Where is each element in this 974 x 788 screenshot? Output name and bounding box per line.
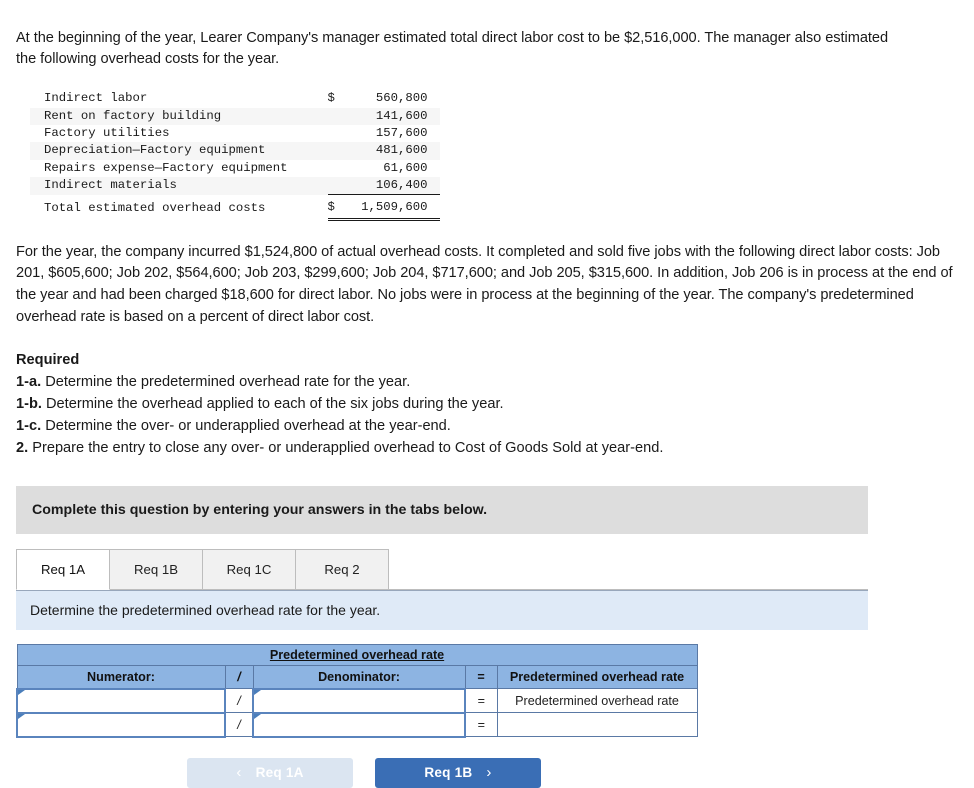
header-numerator: Numerator:: [16, 664, 226, 690]
cost-amount: 106,400: [345, 177, 440, 196]
required-item-1a: 1-a. Determine the predetermined overhea…: [16, 372, 958, 394]
answer-table-header-row: Numerator: / Denominator: = Predetermine…: [16, 664, 698, 690]
slash-operator-row-1: /: [224, 688, 254, 714]
chevron-right-icon: ›: [486, 764, 492, 782]
slash-operator-row-2: /: [224, 712, 254, 738]
problem-intro-text: At the beginning of the year, Learer Com…: [16, 30, 889, 68]
table-row: Rent on factory building 141,600: [30, 107, 440, 126]
required-item-number: 1-b.: [16, 395, 42, 412]
result-value-row-2: [496, 712, 698, 738]
answer-table-title: Predetermined overhead rate: [16, 643, 698, 666]
instruction-banner: Complete this question by entering your …: [16, 485, 868, 534]
navigation-buttons: ‹ Req 1A Req 1B ›: [16, 757, 712, 788]
problem-detail-text: For the year, the company incurred $1,52…: [16, 243, 953, 325]
cost-label: Repairs expense—Factory equipment: [44, 160, 288, 175]
cost-currency: [327, 177, 346, 196]
answer-row-1: / = Predetermined overhead rate: [16, 687, 698, 714]
cost-table-body: Indirect labor $ 560,800 Rent on factory…: [30, 90, 440, 221]
header-slash: /: [224, 664, 254, 690]
table-row: Indirect materials 106,400: [30, 177, 440, 196]
cost-currency: [327, 107, 346, 126]
total-currency: $: [327, 194, 346, 221]
chevron-left-icon: ‹: [236, 764, 242, 782]
cost-label: Factory utilities: [44, 126, 170, 141]
instruction-banner-text: Complete this question by entering your …: [32, 501, 488, 518]
required-item-1b: 1-b. Determine the overhead applied to e…: [16, 394, 958, 416]
tab-req-1c[interactable]: Req 1C: [202, 548, 296, 590]
answer-table-title-text: Predetermined overhead rate: [269, 647, 445, 662]
previous-requirement-button[interactable]: ‹ Req 1A: [187, 757, 353, 788]
sub-instruction-bar: Determine the predetermined overhead rat…: [16, 589, 868, 630]
denominator-input-row-1[interactable]: [252, 687, 466, 714]
answer-row-2: / =: [16, 711, 698, 738]
cost-amount: 481,600: [345, 142, 440, 160]
equals-operator-row-2: =: [464, 712, 498, 738]
table-row: Depreciation—Factory equipment 481,600: [30, 142, 440, 160]
numerator-input-row-1[interactable]: [16, 687, 226, 714]
required-item-text: Determine the predetermined overhead rat…: [45, 374, 411, 391]
predetermined-overhead-rate-table: Predetermined overhead rate Numerator: /…: [16, 643, 698, 738]
cost-label: Indirect materials: [30, 177, 328, 195]
tab-label: Req 1B: [134, 561, 178, 577]
tab-label: Req 2: [324, 561, 360, 577]
cost-amount: 141,600: [345, 107, 440, 126]
answer-tabs: Req 1A Req 1B Req 1C Req 2: [16, 547, 958, 590]
next-requirement-button[interactable]: Req 1B ›: [375, 757, 541, 788]
result-label-row-1: Predetermined overhead rate: [496, 688, 698, 714]
header-equals: =: [464, 664, 498, 690]
cost-amount: 61,600: [383, 160, 428, 175]
cost-label: Depreciation—Factory equipment: [30, 142, 328, 160]
required-item-1c: 1-c. Determine the over- or underapplied…: [16, 416, 958, 438]
cost-currency: $: [327, 91, 335, 106]
required-item-2: 2. Prepare the entry to close any over- …: [16, 438, 958, 460]
next-button-label: Req 1B: [424, 765, 473, 781]
cost-amount: 560,800: [375, 91, 428, 106]
required-heading: Required: [16, 352, 80, 369]
required-section: Required 1-a. Determine the predetermine…: [16, 350, 958, 459]
table-row: Factory utilities 157,600: [30, 125, 440, 142]
tab-req-1b[interactable]: Req 1B: [109, 548, 203, 590]
tab-req-1a[interactable]: Req 1A: [16, 548, 110, 590]
total-row: Total estimated overhead costs $ 1,509,6…: [30, 194, 440, 221]
cost-label: Indirect labor: [44, 91, 148, 106]
table-row: Indirect labor $ 560,800: [30, 90, 440, 107]
sub-instruction-text: Determine the predetermined overhead rat…: [30, 601, 381, 618]
required-item-number: 1-c.: [16, 417, 42, 434]
tab-req-2[interactable]: Req 2: [295, 548, 389, 590]
cost-currency: [328, 160, 346, 177]
numerator-input-row-2[interactable]: [16, 711, 226, 738]
required-item-number: 2.: [16, 439, 29, 456]
required-item-text: Determine the overhead applied to each o…: [46, 395, 504, 412]
exercise-page: At the beginning of the year, Learer Com…: [0, 0, 974, 788]
estimated-overhead-costs-table: Indirect labor $ 560,800 Rent on factory…: [30, 90, 440, 221]
total-amount: 1,509,600: [345, 194, 440, 221]
total-label: Total estimated overhead costs: [44, 201, 266, 216]
header-result: Predetermined overhead rate: [496, 664, 698, 690]
table-row: Repairs expense—Factory equipment 61,600: [30, 160, 440, 177]
cost-amount: 157,600: [375, 126, 428, 141]
tab-label: Req 1C: [226, 561, 272, 577]
tab-label: Req 1A: [41, 561, 85, 577]
answer-table-title-row: Predetermined overhead rate: [16, 643, 698, 666]
required-item-text: Prepare the entry to close any over- or …: [32, 439, 664, 456]
cost-currency: [328, 125, 346, 142]
answer-table-head: Predetermined overhead rate Numerator: /…: [16, 643, 698, 690]
required-item-number: 1-a.: [16, 374, 42, 391]
equals-operator-row-1: =: [464, 688, 498, 714]
cost-label: Rent on factory building: [30, 107, 328, 126]
cost-currency: [327, 142, 346, 160]
header-denominator: Denominator:: [252, 664, 466, 690]
previous-button-label: Req 1A: [255, 765, 304, 781]
required-item-text: Determine the over- or underapplied over…: [45, 417, 451, 434]
denominator-input-row-2[interactable]: [252, 711, 466, 738]
answer-table-body: / = Predetermined overhead rate / =: [16, 687, 698, 738]
answer-table-wrapper: Predetermined overhead rate Numerator: /…: [16, 643, 958, 738]
